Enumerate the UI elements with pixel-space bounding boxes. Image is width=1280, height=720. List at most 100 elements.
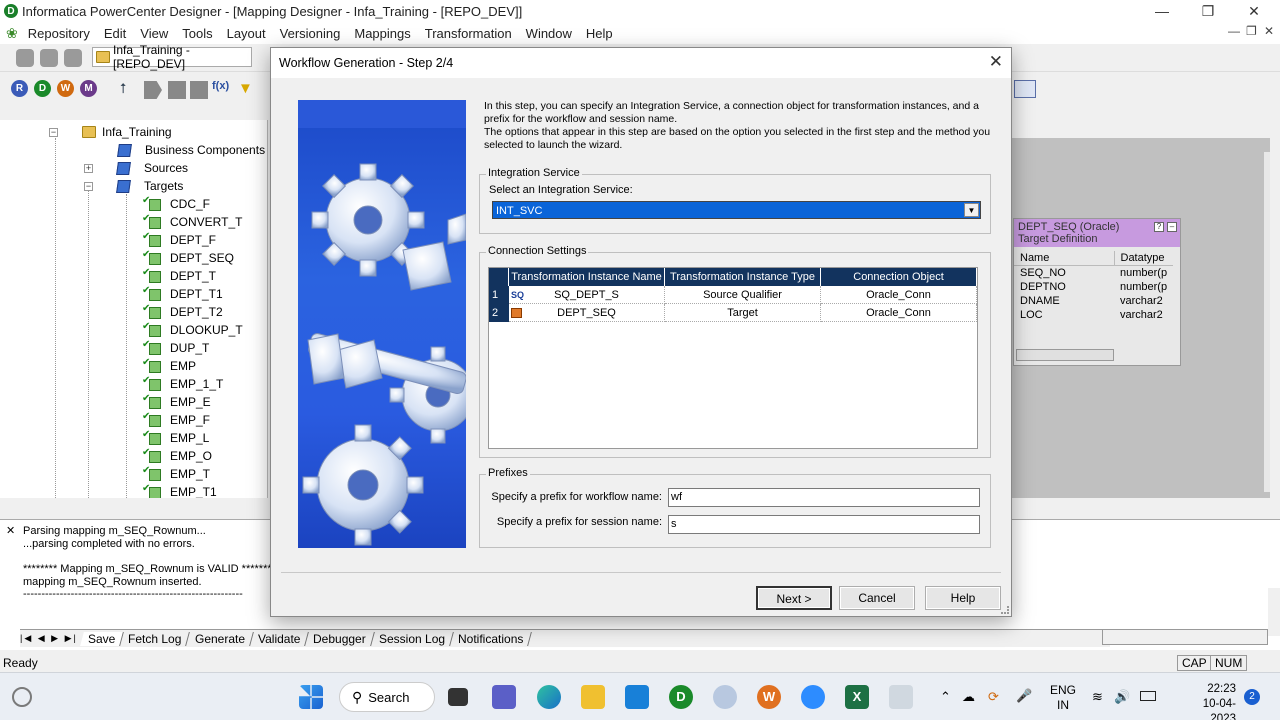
mdi-minimize-icon[interactable]: — (1228, 24, 1240, 38)
target-definition-box[interactable]: DEPT_SEQ (Oracle) Target Definition ? – … (1013, 218, 1181, 366)
workflow-manager-icon[interactable]: W (57, 80, 74, 97)
workflow-monitor-icon[interactable]: M (80, 80, 97, 97)
tree-node-sources[interactable]: + Sources (84, 159, 188, 177)
connection-object-cell[interactable]: Oracle_Conn (821, 286, 977, 304)
resize-grip-icon[interactable] (1001, 606, 1009, 614)
restore-icon[interactable]: ❐ (1185, 0, 1231, 22)
collapse-icon[interactable]: − (84, 181, 93, 191)
menu-transformation[interactable]: Transformation (419, 26, 520, 41)
help-icon[interactable]: ? (1154, 222, 1164, 232)
cancel-button[interactable]: Cancel (839, 586, 915, 610)
tree-item-target[interactable]: DEPT_F (142, 231, 216, 249)
help-button[interactable]: Help (925, 586, 1001, 610)
filter-icon[interactable]: ▼ (238, 80, 256, 98)
tree-item-target[interactable]: DEPT_SEQ (142, 249, 234, 267)
menu-versioning[interactable]: Versioning (274, 26, 349, 41)
tree-item-target[interactable]: EMP_1_T (142, 375, 223, 393)
tree-item-target[interactable]: DEPT_T (142, 267, 216, 285)
designer-taskbar-icon[interactable]: D (669, 685, 693, 709)
tree-item-target[interactable]: EMP_E (142, 393, 211, 411)
tree-item-target[interactable]: EMP (142, 357, 196, 375)
tree-item-target[interactable]: EMP_T (142, 465, 210, 483)
table-row[interactable]: SEQ_NO number(p (1014, 266, 1173, 281)
tab-session-log[interactable]: Session Log (370, 631, 454, 646)
tree-item-target[interactable]: EMP_L (142, 429, 209, 447)
sync-icon[interactable]: ⟳ (988, 689, 999, 705)
tab-save[interactable]: Save (79, 631, 125, 646)
menu-help[interactable]: Help (580, 26, 621, 41)
workflow-tool-icon[interactable] (713, 685, 737, 709)
column-header[interactable]: Transformation Instance Type (665, 268, 821, 286)
volume-icon[interactable]: 🔊 (1114, 689, 1130, 705)
taskbar-clock[interactable]: 22:23 10-04-2023 (1196, 682, 1236, 720)
mdi-restore-icon[interactable]: ❐ (1246, 24, 1257, 38)
excel-icon[interactable]: X (845, 685, 869, 709)
tab-debugger[interactable]: Debugger (305, 631, 375, 646)
disconnect-icon[interactable] (40, 49, 58, 67)
output-close-icon[interactable]: ✕ (6, 524, 15, 537)
link-tool-icon[interactable] (168, 81, 186, 99)
tree-item-target[interactable]: CONVERT_T (142, 213, 242, 231)
menu-mappings[interactable]: Mappings (348, 26, 418, 41)
tab-notifications[interactable]: Notifications (450, 631, 533, 646)
table-row[interactable]: DEPTNO number(p (1014, 280, 1173, 294)
menu-window[interactable]: Window (520, 26, 580, 41)
tree-item-target[interactable]: DUP_T (142, 339, 209, 357)
notification-badge[interactable]: 2 (1244, 689, 1260, 705)
target-hscrollbar[interactable] (1016, 349, 1114, 361)
pointer-icon[interactable]: ⭡ (120, 80, 138, 98)
table-row[interactable]: LOC varchar2 (1014, 308, 1173, 322)
wifi-icon[interactable]: ≋ (1092, 689, 1103, 705)
expression-editor-icon[interactable]: f(x) (212, 80, 230, 98)
table-row[interactable]: DNAME varchar2 (1014, 294, 1173, 308)
tree-item-target[interactable]: EMP_O (142, 447, 212, 465)
teams-icon[interactable] (492, 685, 516, 709)
workflow-prefix-input[interactable]: wf (668, 488, 980, 507)
integration-service-select[interactable]: INT_SVC ▼ (492, 201, 981, 219)
tree-node-targets[interactable]: − Targets (84, 177, 183, 195)
tree-node-business-components[interactable]: Business Components (117, 141, 265, 159)
designer-icon[interactable]: D (34, 80, 51, 97)
edge-icon[interactable] (537, 685, 561, 709)
language-indicator[interactable]: ENG IN (1050, 683, 1076, 713)
column-header[interactable]: Transformation Instance Name (509, 268, 665, 286)
battery-icon[interactable] (1140, 691, 1156, 701)
column-header[interactable]: Connection Object (821, 268, 977, 286)
arrow-tool-icon[interactable] (144, 81, 162, 99)
dropdown-arrow-icon[interactable]: ▼ (964, 203, 979, 217)
output-hscrollbar[interactable] (1102, 629, 1268, 645)
tree-item-target[interactable]: DEPT_T1 (142, 285, 223, 303)
connection-object-cell[interactable]: Oracle_Conn (821, 304, 977, 322)
tab-validate[interactable]: Validate (249, 631, 310, 646)
tree-item-target[interactable]: CDC_F (142, 195, 210, 213)
menu-repository[interactable]: Repository (22, 26, 98, 41)
session-prefix-input[interactable]: s (668, 515, 980, 534)
mdi-close-icon[interactable]: ✕ (1264, 24, 1274, 38)
iconize-icon[interactable] (190, 81, 208, 99)
microphone-icon[interactable]: 🎤 (1016, 688, 1032, 704)
onedrive-icon[interactable]: ☁ (962, 689, 975, 705)
tree-item-target[interactable]: EMP_F (142, 411, 210, 429)
start-icon[interactable] (299, 685, 323, 709)
menu-layout[interactable]: Layout (221, 26, 274, 41)
minimize-icon[interactable]: – (1167, 222, 1177, 232)
grid-view-icon[interactable] (1014, 80, 1036, 98)
workflow-manager-taskbar-icon[interactable]: W (757, 685, 781, 709)
task-view-icon[interactable] (448, 688, 468, 706)
tree-item-target[interactable]: DEPT_T2 (142, 303, 223, 321)
store-icon[interactable] (625, 685, 649, 709)
menu-edit[interactable]: Edit (98, 26, 134, 41)
tree-root-folder[interactable]: − Infa_Training (49, 123, 172, 141)
tree-item-target[interactable]: EMP_T1 (142, 483, 217, 498)
zoom-icon[interactable] (801, 685, 825, 709)
dialog-close-icon[interactable]: ✕ (989, 52, 1003, 72)
menu-view[interactable]: View (134, 26, 176, 41)
next-button[interactable]: Next > (756, 586, 832, 610)
collapse-icon[interactable]: − (49, 127, 58, 137)
close-icon[interactable]: ✕ (1231, 0, 1277, 22)
monitor-app-icon[interactable] (889, 685, 913, 709)
weather-icon[interactable] (12, 687, 32, 707)
file-explorer-icon[interactable] (581, 685, 605, 709)
tree-item-target[interactable]: DLOOKUP_T (142, 321, 243, 339)
tab-scroll-arrows-icon[interactable]: |◀ ◀ ▶ ▶| (20, 633, 78, 644)
